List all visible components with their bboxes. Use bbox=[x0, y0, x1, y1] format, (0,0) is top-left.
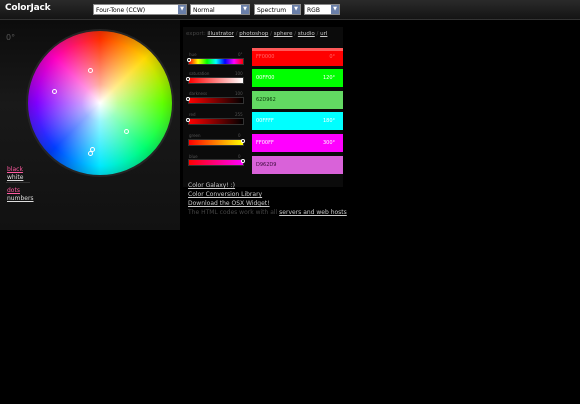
mode-select-value: Normal bbox=[193, 7, 215, 14]
divider bbox=[6, 182, 30, 183]
wheel-marker[interactable] bbox=[88, 151, 93, 156]
hosting-note: The HTML codes work with all servers and… bbox=[188, 209, 347, 216]
swatch-hex: D962D9 bbox=[256, 162, 277, 168]
color-swatch[interactable]: FF0000 0° bbox=[252, 48, 343, 66]
link-color-galaxy[interactable]: Color Galaxy! :) bbox=[188, 182, 235, 189]
saturation-slider-handle[interactable] bbox=[186, 77, 190, 81]
separator: / bbox=[294, 31, 297, 37]
swatch-degree: 300° bbox=[322, 140, 335, 146]
slider-label-green: green bbox=[189, 133, 201, 138]
green-slider-handle[interactable] bbox=[240, 139, 245, 143]
angle-readout: 0° bbox=[6, 33, 16, 42]
color-wheel-vignette bbox=[26, 29, 174, 177]
swatch-degree: 0° bbox=[329, 54, 335, 60]
chevron-down-icon: ▼ bbox=[331, 5, 339, 14]
model-select-value: RGB bbox=[307, 7, 320, 14]
green-slider[interactable] bbox=[188, 139, 244, 146]
mode-select[interactable]: Normal ▼ bbox=[190, 4, 250, 15]
link-servers-hosts[interactable]: servers and web hosts bbox=[279, 209, 347, 216]
slider-max-red: 255 bbox=[235, 112, 243, 117]
separator: / bbox=[235, 31, 238, 37]
slider-max-darkness: 100 bbox=[235, 91, 243, 96]
export-sphere[interactable]: sphere bbox=[274, 31, 293, 37]
swatch-degree: 180° bbox=[322, 118, 335, 124]
scheme-select-value: Four-Tone (CCW) bbox=[96, 7, 146, 14]
toggle-white[interactable]: white bbox=[7, 174, 23, 181]
swatch-degree: 120° bbox=[322, 75, 335, 81]
color-swatch[interactable]: D962D9 bbox=[252, 156, 343, 174]
toggle-dots[interactable]: dots bbox=[7, 187, 20, 194]
slider-label-saturation: saturation bbox=[189, 71, 210, 76]
slider-max-hue: 0° bbox=[238, 52, 243, 57]
red-slider-handle[interactable] bbox=[186, 118, 190, 122]
slider-label-hue: hue bbox=[189, 52, 197, 57]
toggle-black[interactable]: black bbox=[7, 166, 23, 173]
blue-slider-handle[interactable] bbox=[240, 159, 245, 163]
color-swatch[interactable]: 00FFFF 180° bbox=[252, 112, 343, 130]
link-osx-widget[interactable]: Download the OSX Widget! bbox=[188, 200, 270, 207]
chevron-down-icon: ▼ bbox=[178, 5, 186, 14]
export-menu: export: illustrator / photoshop / sphere… bbox=[186, 31, 327, 37]
toggle-numbers[interactable]: numbers bbox=[7, 195, 34, 202]
view-select-value: Spectrum bbox=[257, 7, 287, 14]
view-select[interactable]: Spectrum ▼ bbox=[254, 4, 301, 15]
swatch-hex: 00FFFF bbox=[256, 118, 274, 124]
color-swatch[interactable]: FF00FF 300° bbox=[252, 134, 343, 152]
top-bar: ColorJack Four-Tone (CCW) ▼ Normal ▼ Spe… bbox=[0, 0, 580, 20]
color-swatch[interactable]: 62D962 bbox=[252, 91, 343, 109]
model-select[interactable]: RGB ▼ bbox=[304, 4, 340, 15]
wheel-marker[interactable] bbox=[52, 89, 57, 94]
chevron-down-icon: ▼ bbox=[241, 5, 249, 14]
hosting-note-text: The HTML codes work with all bbox=[188, 209, 278, 216]
wheel-marker[interactable] bbox=[124, 129, 129, 134]
app-logo: ColorJack bbox=[5, 3, 51, 13]
wheel-marker[interactable] bbox=[88, 68, 93, 73]
export-photoshop[interactable]: photoshop bbox=[239, 31, 268, 37]
slider-label-darkness: darkness bbox=[189, 91, 208, 96]
separator: / bbox=[316, 31, 319, 37]
link-conversion-library[interactable]: Color Conversion Library bbox=[188, 191, 262, 198]
darkness-slider[interactable] bbox=[188, 97, 244, 104]
color-swatch[interactable]: 00FF00 120° bbox=[252, 69, 343, 87]
swatch-hex: FF0000 bbox=[256, 54, 275, 60]
swatch-hex: 00FF00 bbox=[256, 75, 275, 81]
scheme-select[interactable]: Four-Tone (CCW) ▼ bbox=[93, 4, 187, 15]
red-slider[interactable] bbox=[188, 118, 244, 125]
slider-label-red: red bbox=[189, 112, 196, 117]
saturation-slider[interactable] bbox=[188, 77, 244, 84]
darkness-slider-handle[interactable] bbox=[186, 97, 190, 101]
export-studio[interactable]: studio bbox=[298, 31, 315, 37]
chevron-down-icon: ▼ bbox=[292, 5, 300, 14]
blue-slider[interactable] bbox=[188, 159, 244, 166]
slider-max-green: 0 bbox=[238, 133, 241, 138]
swatch-hex: 62D962 bbox=[256, 97, 276, 103]
export-illustrator[interactable]: illustrator bbox=[207, 31, 234, 37]
swatch-hex: FF00FF bbox=[256, 140, 274, 146]
slider-max-saturation: 100 bbox=[235, 71, 243, 76]
hue-slider[interactable] bbox=[188, 58, 244, 65]
export-url[interactable]: url bbox=[320, 31, 327, 37]
export-label: export: bbox=[186, 31, 206, 37]
separator: / bbox=[270, 31, 272, 37]
